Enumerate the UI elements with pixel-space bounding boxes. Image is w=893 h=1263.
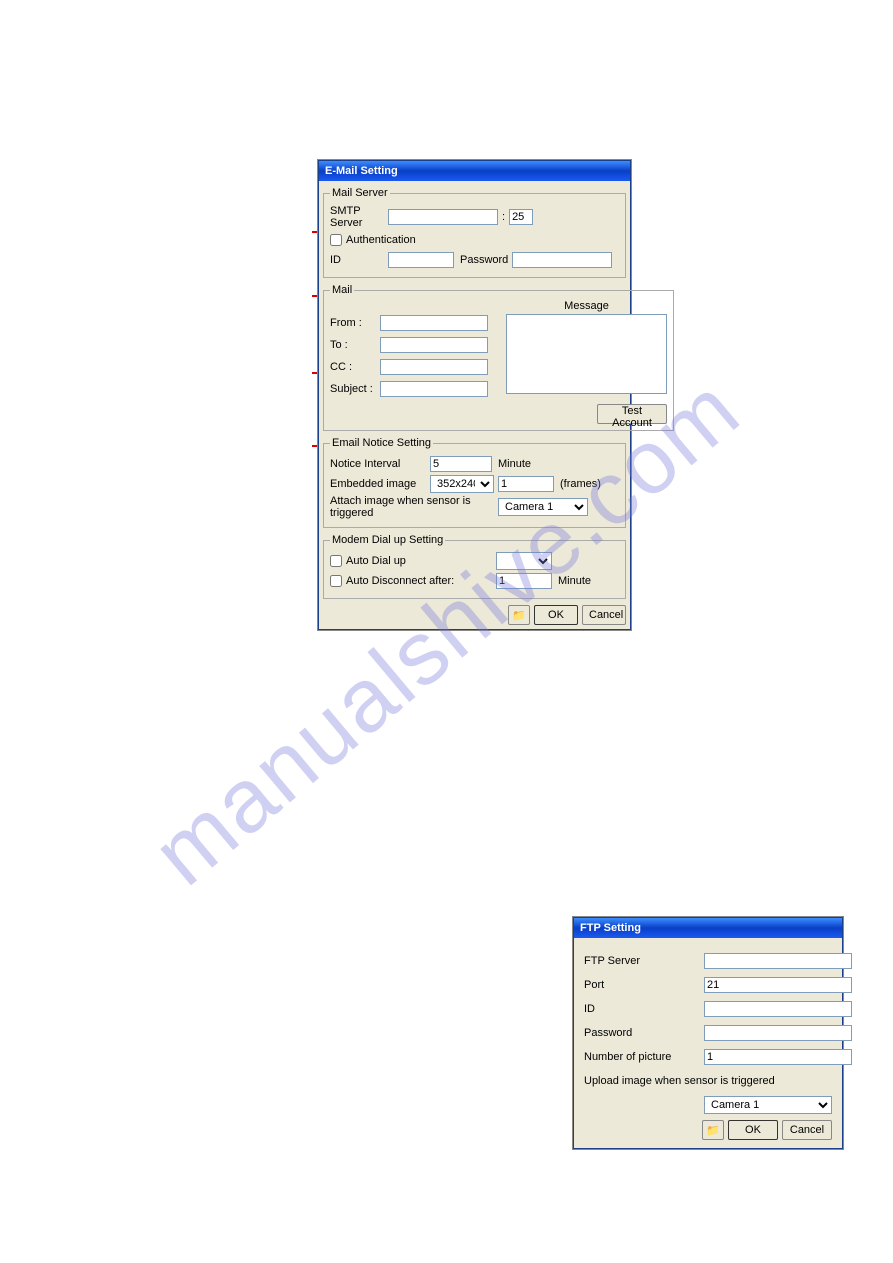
mail-server-legend: Mail Server [330,187,390,199]
password-input[interactable] [512,252,612,268]
email-dialog-title: E-Mail Setting [325,165,398,177]
embedded-image-label: Embedded image [330,478,430,490]
authentication-checkbox[interactable] [330,234,342,246]
to-label: To : [330,339,380,351]
mail-legend: Mail [330,284,354,296]
from-label: From : [330,317,380,329]
attach-camera-select[interactable]: Camera 1 [498,498,588,516]
email-setting-dialog: E-Mail Setting Mail Server SMTP Server :… [318,160,631,630]
modem-dialup-legend: Modem Dial up Setting [330,534,445,546]
id-label: ID [330,254,388,266]
auto-disconnect-input[interactable] [496,573,552,589]
email-notice-group: Email Notice Setting Notice Interval Min… [323,437,626,528]
embedded-size-select[interactable]: 352x240 [430,475,494,493]
ftp-server-input[interactable] [704,953,852,969]
modem-dialup-group: Modem Dial up Setting Auto Dial up Auto … [323,534,626,599]
smtp-server-input[interactable] [388,209,498,225]
colon-separator: : [502,211,505,223]
auto-disconnect-label: Auto Disconnect after: [346,575,496,587]
auto-dialup-label: Auto Dial up [346,555,496,567]
mail-server-group: Mail Server SMTP Server : Authentication… [323,187,626,278]
ftp-dialog-titlebar[interactable]: FTP Setting [574,918,842,938]
smtp-port-input[interactable] [509,209,533,225]
from-input[interactable] [380,315,488,331]
ftp-numpic-label: Number of picture [584,1051,704,1063]
frames-unit-label: (frames) [560,478,601,490]
ftp-camera-select[interactable]: Camera 1 [704,1096,832,1114]
subject-input[interactable] [380,381,488,397]
auto-dialup-checkbox[interactable] [330,555,342,567]
cancel-button[interactable]: Cancel [582,605,626,625]
ftp-setting-dialog: FTP Setting FTP Server Port ID Password … [573,917,843,1149]
ftp-password-input[interactable] [704,1025,852,1041]
test-account-button[interactable]: Test Account [597,404,667,424]
cc-label: CC : [330,361,380,373]
ftp-id-label: ID [584,1003,704,1015]
ftp-upload-label: Upload image when sensor is triggered [584,1075,775,1087]
ftp-dialog-title: FTP Setting [580,922,641,934]
ftp-port-label: Port [584,979,704,991]
attach-image-label: Attach image when sensor is triggered [330,495,498,519]
ftp-cancel-button[interactable]: Cancel [782,1120,832,1140]
ftp-server-label: FTP Server [584,955,704,967]
folder-icon-button[interactable]: 📁 [508,605,530,625]
ftp-port-input[interactable] [704,977,852,993]
folder-icon: 📁 [706,1124,720,1137]
folder-icon: 📁 [512,609,526,622]
subject-label: Subject : [330,383,380,395]
email-dialog-titlebar[interactable]: E-Mail Setting [319,161,630,181]
mail-group: Mail x From : To : CC : [323,284,674,431]
ok-button[interactable]: OK [534,605,578,625]
cc-input[interactable] [380,359,488,375]
notice-interval-unit: Minute [498,458,531,470]
ftp-numpic-input[interactable] [704,1049,852,1065]
authentication-label: Authentication [346,234,416,246]
password-label: Password [460,254,508,266]
email-notice-legend: Email Notice Setting [330,437,433,449]
notice-interval-label: Notice Interval [330,458,430,470]
auto-disconnect-checkbox[interactable] [330,575,342,587]
message-textarea[interactable] [506,314,667,394]
ftp-folder-icon-button[interactable]: 📁 [702,1120,724,1140]
notice-interval-input[interactable] [430,456,492,472]
ftp-ok-button[interactable]: OK [728,1120,778,1140]
auto-disconnect-unit: Minute [558,575,591,587]
ftp-password-label: Password [584,1027,704,1039]
id-input[interactable] [388,252,454,268]
auto-dialup-select[interactable] [496,552,552,570]
ftp-id-input[interactable] [704,1001,852,1017]
to-input[interactable] [380,337,488,353]
message-label: Message [506,300,667,312]
smtp-server-label: SMTP Server [330,205,388,229]
embedded-frames-input[interactable] [498,476,554,492]
